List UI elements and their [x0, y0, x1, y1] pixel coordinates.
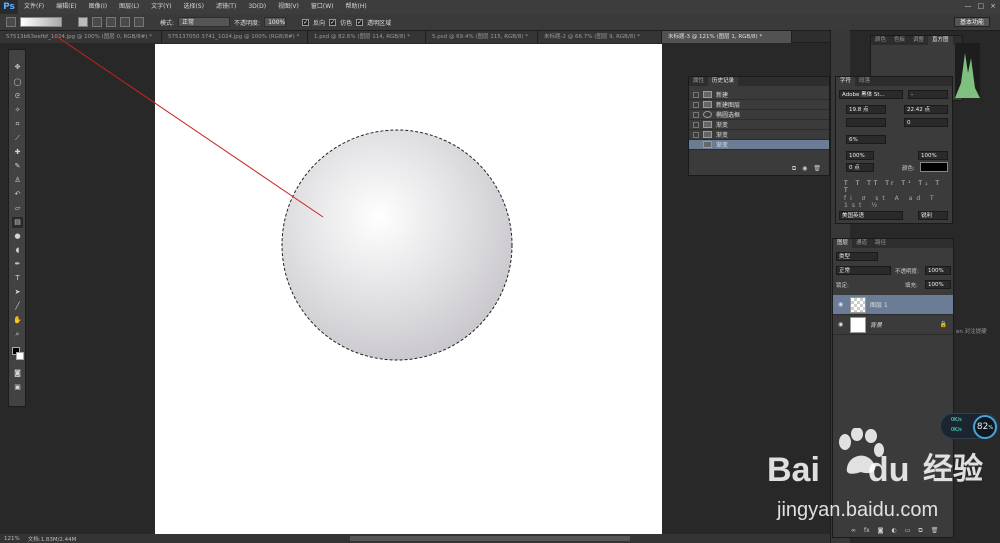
- pen-icon[interactable]: ✒: [12, 259, 23, 270]
- history-item[interactable]: 新建图层: [689, 100, 829, 110]
- document-icon: [703, 91, 712, 98]
- baidu-wordmark: Bai du: [767, 451, 910, 489]
- dodge-icon[interactable]: ◖: [12, 245, 23, 256]
- crop-icon[interactable]: ⌗: [12, 119, 23, 130]
- scale-input[interactable]: 6%: [846, 135, 886, 144]
- gradient-icon: [703, 131, 712, 138]
- snapshot-icon[interactable]: ◉: [802, 165, 807, 173]
- layer-row[interactable]: ◉ 背景 🔒: [833, 315, 953, 335]
- history-brush-icon[interactable]: ↶: [12, 189, 23, 200]
- tab-histogram[interactable]: 直方图: [928, 36, 953, 45]
- hand-icon[interactable]: ✋: [12, 315, 23, 326]
- clone-stamp-icon[interactable]: ♙: [12, 175, 23, 186]
- text-color-swatch[interactable]: [920, 162, 948, 172]
- history-item[interactable]: 椭圆选框: [689, 110, 829, 120]
- upload-speed: 0K/s: [951, 417, 962, 423]
- tab-layers[interactable]: 图层: [833, 239, 853, 248]
- path-select-icon[interactable]: ➤: [12, 287, 23, 298]
- layer-thumbnail: [850, 316, 866, 333]
- history-panel: 属性 历史记录 新建 新建图层 椭圆选框 渐变 渐变 渐变 ⧉ ◉ 🗑: [688, 76, 830, 176]
- color-label: 颜色:: [902, 166, 915, 172]
- quick-mask-icon[interactable]: ◙: [12, 368, 23, 379]
- histogram-chart-icon: [955, 53, 980, 98]
- layer-name: 图层 1: [870, 302, 888, 309]
- tab-color[interactable]: 颜色: [871, 36, 890, 45]
- blend-mode-select[interactable]: 正常: [836, 266, 891, 275]
- doc-size: 文档:1.83M/2.44M: [27, 536, 77, 543]
- zoom-level[interactable]: 121%: [4, 536, 20, 542]
- font-style-select[interactable]: -: [908, 90, 948, 99]
- tab-history[interactable]: 历史记录: [708, 77, 739, 86]
- kerning-input[interactable]: [846, 118, 886, 127]
- layer-icon: [703, 101, 712, 108]
- lock-label: 锁定:: [836, 283, 849, 289]
- font-family-select[interactable]: Adobe 黑体 St...: [839, 90, 903, 99]
- elliptical-marquee-icon[interactable]: ◯: [12, 77, 23, 88]
- tab-character[interactable]: 字符: [836, 77, 856, 86]
- lock-icon: 🔒: [939, 321, 947, 328]
- tab-paths[interactable]: 路径: [871, 239, 890, 248]
- fill-input[interactable]: 100%: [925, 280, 951, 289]
- blur-icon[interactable]: ●: [12, 231, 23, 242]
- gradient-icon: [703, 121, 712, 128]
- layer-thumbnail: [850, 296, 866, 313]
- history-item[interactable]: 渐变: [689, 120, 829, 130]
- lasso-icon[interactable]: ᘓ: [12, 91, 23, 102]
- tab-properties[interactable]: 属性: [689, 77, 708, 86]
- type-tool-icon[interactable]: T: [12, 273, 23, 284]
- magic-wand-icon[interactable]: ✧: [12, 105, 23, 116]
- baidu-jingyan-watermark: Bai du 经验 jingyan.baidu.com: [765, 428, 995, 538]
- screen-mode-icon[interactable]: ▣: [12, 382, 23, 393]
- history-item[interactable]: 渐变: [689, 130, 829, 140]
- font-size-input[interactable]: 19.8 点: [846, 105, 886, 114]
- healing-brush-icon[interactable]: ✚: [12, 147, 23, 158]
- layer-opacity-input[interactable]: 100%: [925, 266, 951, 275]
- character-panel: 字符 段落 Adobe 黑体 St... - 19.8 点 22.42 点 0 …: [835, 76, 953, 224]
- tracking-input[interactable]: 0: [904, 118, 948, 127]
- eyedropper-icon[interactable]: ⟋: [12, 133, 23, 144]
- gradient-circle: [282, 130, 512, 360]
- tab-paragraph[interactable]: 段落: [855, 77, 874, 86]
- status-bar: 121% 文档:1.83M/2.44M: [0, 534, 830, 543]
- language-select[interactable]: 美国英语: [839, 211, 903, 220]
- histogram-graph: [955, 43, 980, 98]
- gradient-tool-icon[interactable]: ▤: [12, 217, 23, 228]
- jingyan-wordmark: 经验: [923, 452, 983, 487]
- zoom-icon[interactable]: ⌕: [12, 329, 23, 340]
- visibility-eye-icon[interactable]: ◉: [838, 321, 846, 328]
- opentype-buttons[interactable]: fi ơ st A ad T 1st ½: [844, 195, 952, 209]
- vertical-scale-input[interactable]: 100%: [846, 151, 874, 160]
- new-document-from-state-icon[interactable]: ⧉: [792, 165, 796, 173]
- baseline-input[interactable]: 0 点: [846, 163, 874, 172]
- text-style-buttons[interactable]: T T TT Tr T¹ T₁ T T: [844, 180, 952, 194]
- ellipse-icon: [703, 111, 712, 118]
- tools-panel: ✥ ◯ ᘓ ✧ ⌗ ⟋ ✚ ✎ ♙ ↶ ▱ ▤ ● ◖ ✒ T ➤ ╱ ✋ ⌕ …: [8, 49, 26, 407]
- horizontal-scrollbar[interactable]: [350, 536, 630, 541]
- fill-label: 填充:: [905, 283, 918, 289]
- tab-swatches[interactable]: 色板: [890, 36, 909, 45]
- layer-name: 背景: [870, 322, 883, 329]
- opacity-label: 不透明度:: [895, 269, 919, 275]
- move-tool-icon[interactable]: ✥: [12, 62, 23, 73]
- horizontal-scale-input[interactable]: 100%: [918, 151, 948, 160]
- background-color-swatch[interactable]: [16, 352, 24, 360]
- trash-icon[interactable]: 🗑: [813, 165, 821, 173]
- gradient-drag-line: [55, 35, 324, 218]
- tab-adjust[interactable]: 调整: [909, 36, 928, 45]
- line-tool-icon[interactable]: ╱: [12, 301, 23, 312]
- visibility-eye-icon[interactable]: ◉: [838, 301, 846, 308]
- brush-icon[interactable]: ✎: [12, 161, 23, 172]
- tab-channels[interactable]: 通道: [852, 239, 871, 248]
- eraser-icon[interactable]: ▱: [12, 203, 23, 214]
- leading-input[interactable]: 22.42 点: [904, 105, 948, 114]
- gradient-icon: [703, 141, 712, 148]
- watermark-url: jingyan.baidu.com: [777, 499, 939, 521]
- history-item-selected[interactable]: 渐变: [689, 140, 829, 150]
- layer-row-selected[interactable]: ◉ 图层 1: [833, 295, 953, 315]
- side-text: en 对注提硬: [956, 329, 987, 335]
- layer-filter-select[interactable]: 类型: [836, 252, 878, 261]
- antialias-select[interactable]: 锐利: [918, 211, 948, 220]
- history-item[interactable]: 新建: [689, 90, 829, 100]
